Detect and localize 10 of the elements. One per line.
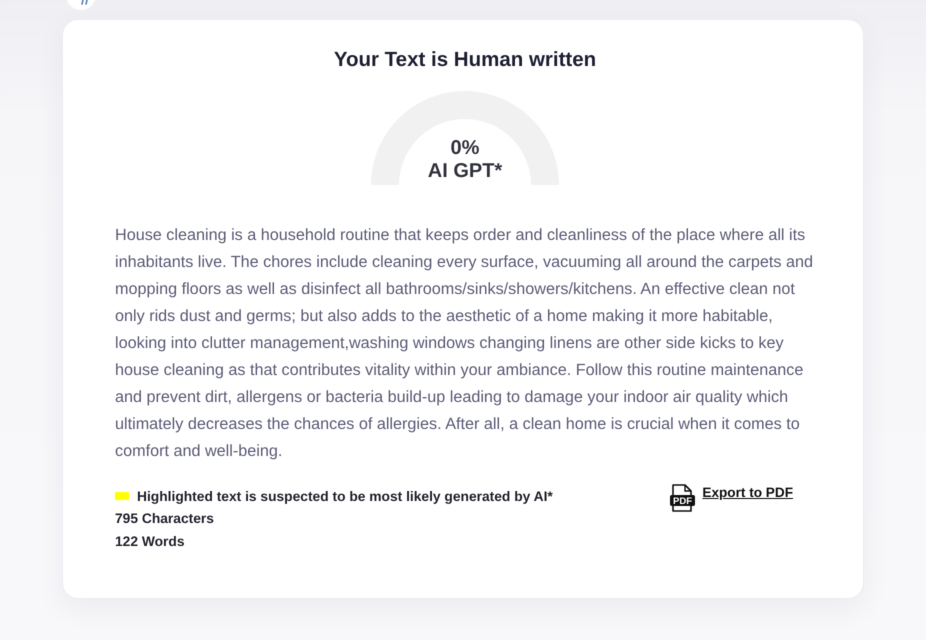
gauge-label: AI GPT* (428, 160, 502, 183)
result-title: Your Text is Human written (334, 48, 596, 72)
analyzed-text: House cleaning is a household routine that keeps order and cleanliness of the place where all its inhabitants live. The chores include cleaning every surface, vacuuming all around the carpets and mopping floors as well as disinfect all bathrooms/sinks/showers/kitchens. An effective clean not only rids dust and germs; but also adds to the aesthetic of a home making it more habitable, looking into clutter management,washing windows changing linens are other side kicks to key house cleaning as that contributes vitality within your ambiance. Follow this routine maintenance and prevent dirt, allergens or bacteria build-up leading to damage your indoor air quality which ultimately decreases the chances of allergies. After all, a clean home is crucial when it comes to comfort and well-being. (115, 225, 814, 462)
export-pdf-link[interactable]: PDF Export to PDF (670, 484, 793, 512)
stat-text: 122 Words (115, 533, 186, 551)
gauge-percent: 0% (450, 137, 480, 160)
stat-text: 795 Characters (115, 510, 215, 528)
highlight-swatch-icon (115, 492, 129, 500)
legend-text: Highlighted text is suspected to be most likely generated by AI* (137, 488, 553, 506)
pdf-file-icon: PDF (670, 484, 696, 512)
